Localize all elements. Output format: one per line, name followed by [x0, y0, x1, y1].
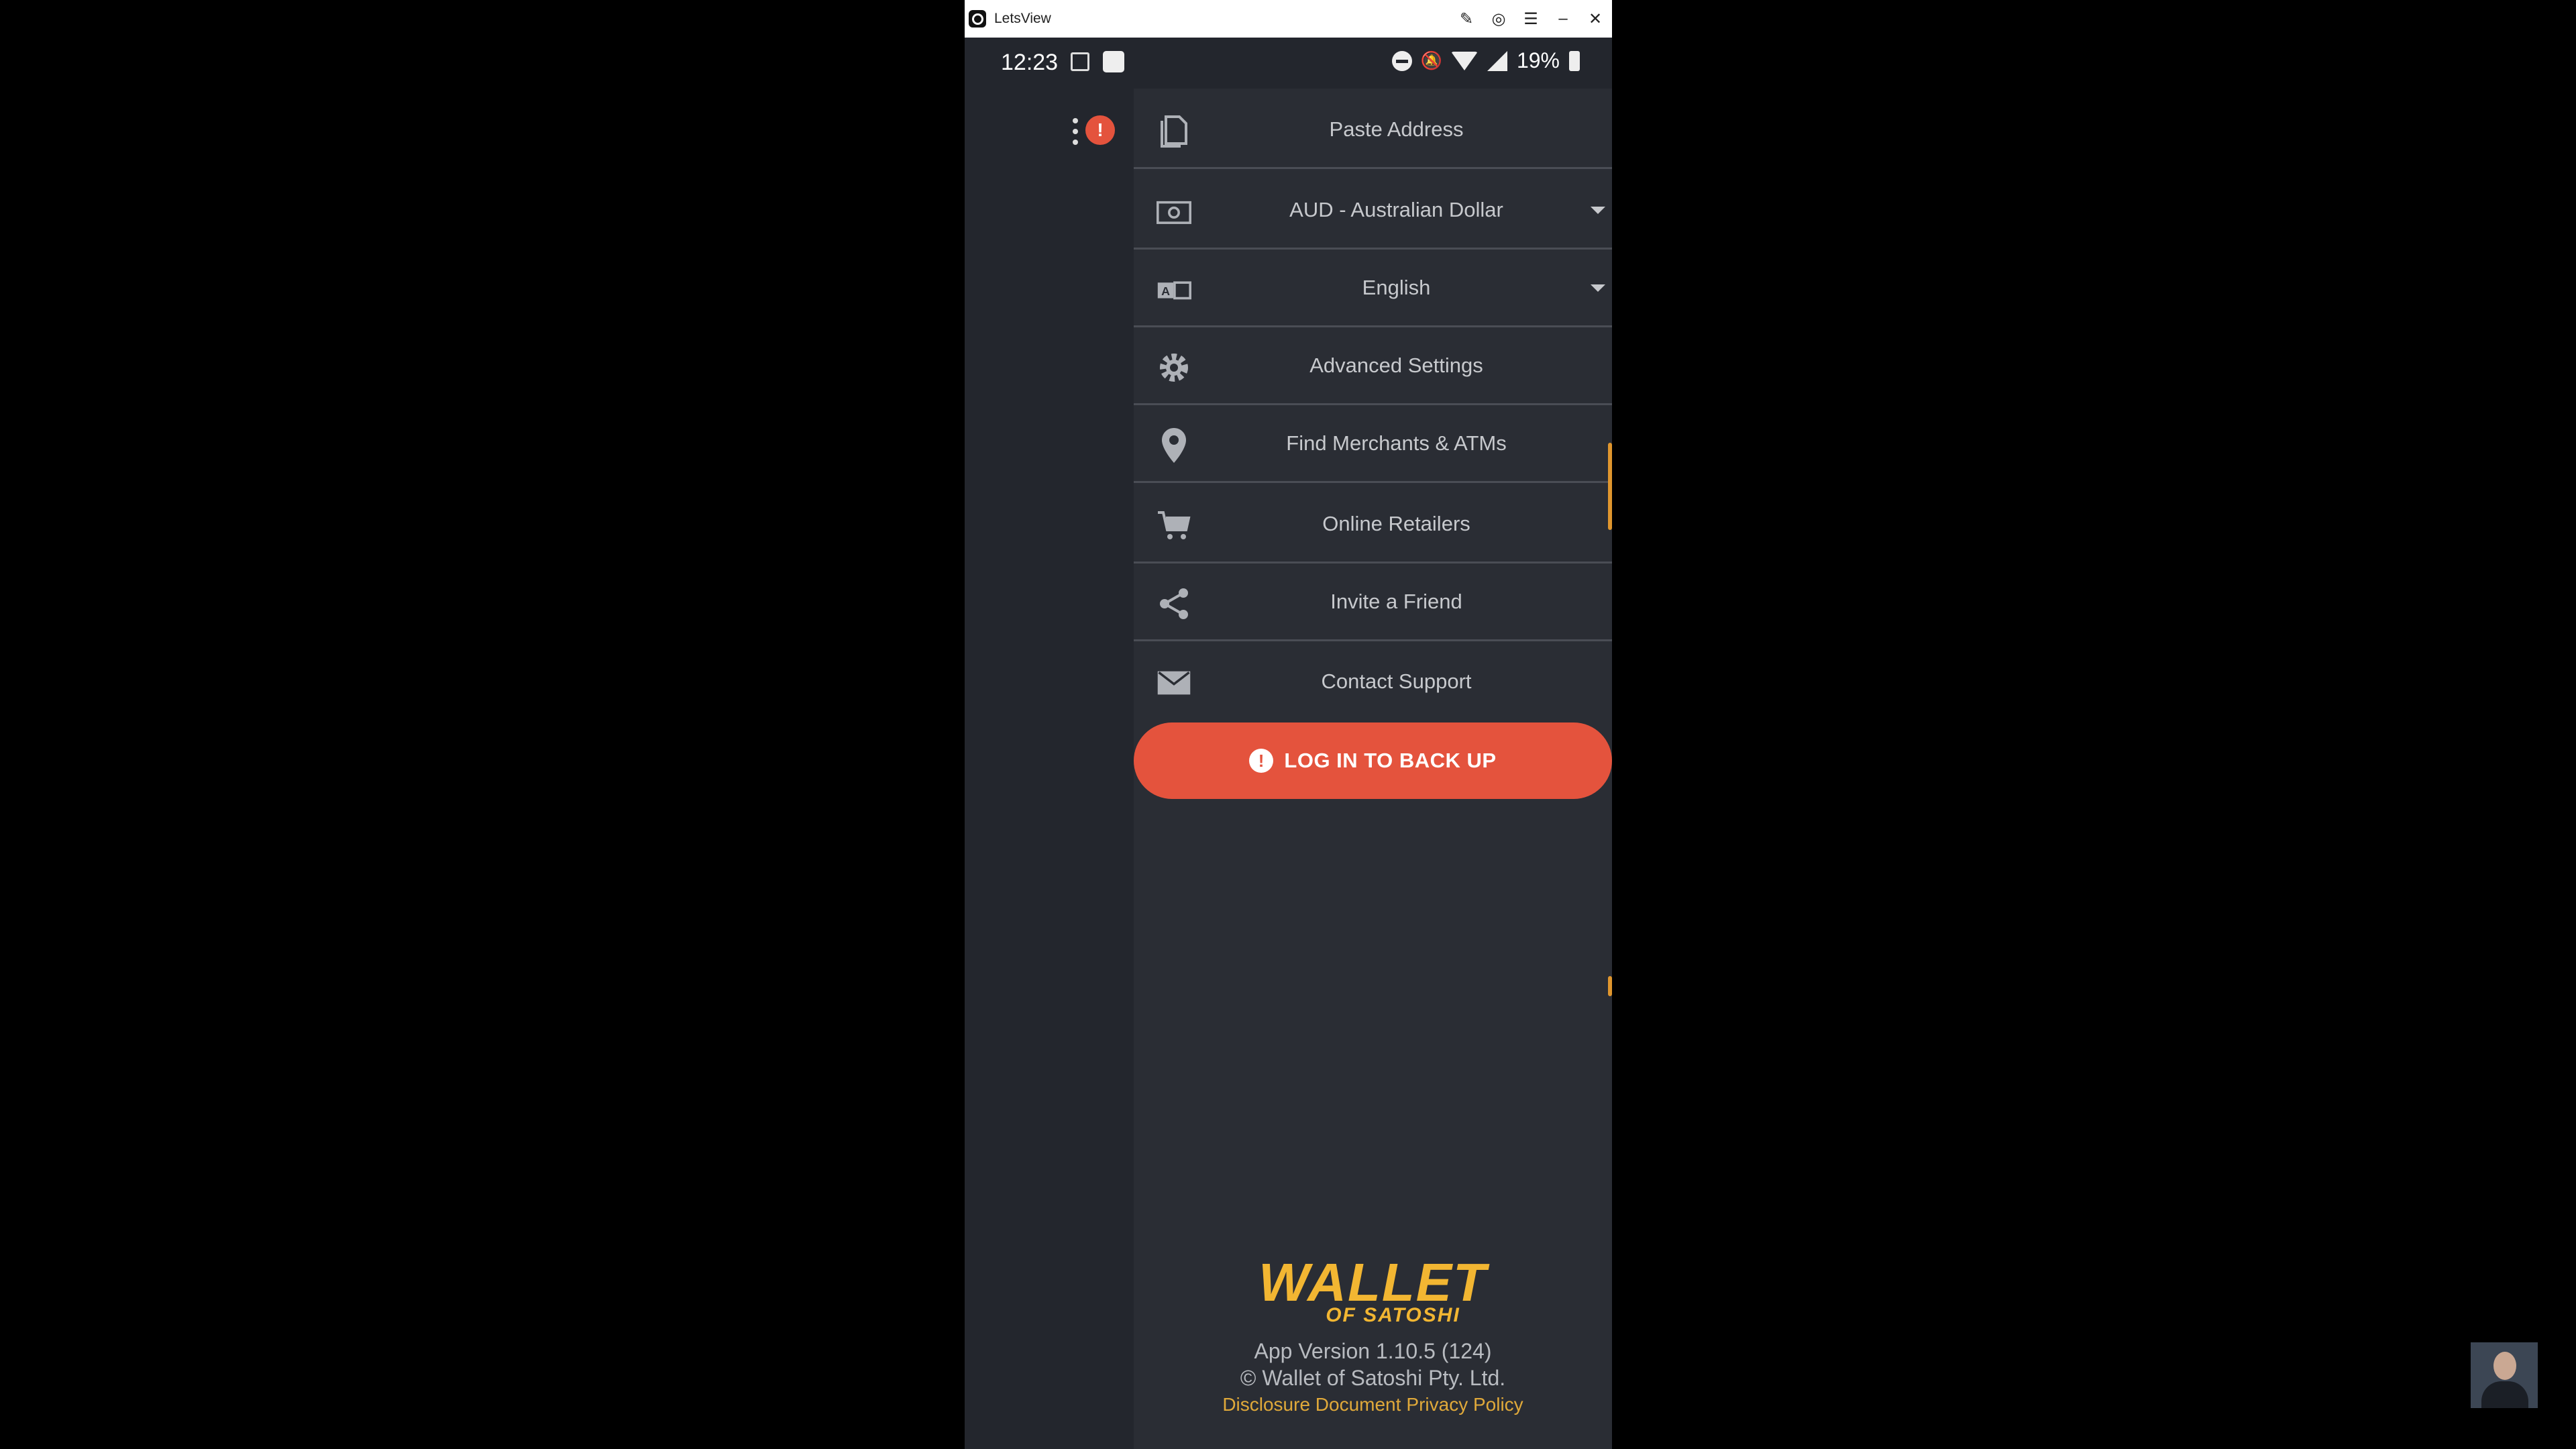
menu-icon[interactable]: ☰ — [1521, 9, 1541, 29]
letsview-window: LetsView ✎ ◎ ☰ – ✕ 12:23 🔕 19% ! Paste A… — [965, 0, 1612, 1449]
shopping-cart-icon — [1157, 508, 1191, 543]
wallet-of-satoshi-logo-sub: OF SATOSHI — [1326, 1304, 1460, 1326]
menu-item-language[interactable]: A English — [1134, 250, 1612, 327]
cell-signal-icon — [1487, 50, 1507, 71]
document-copy-icon — [1157, 114, 1191, 149]
battery-percent: 19% — [1516, 48, 1560, 72]
edge-highlight — [1608, 443, 1612, 530]
webcam-overlay — [2471, 1342, 2538, 1408]
window-controls: ✎ ◎ ☰ – ✕ — [1456, 0, 1605, 38]
menu-item-paste-address[interactable]: Paste Address — [1134, 91, 1612, 169]
gear-icon — [1157, 350, 1191, 385]
phone-status-bar: 12:23 🔕 19% — [965, 38, 1612, 89]
money-icon — [1157, 195, 1191, 229]
svg-text:A: A — [1161, 284, 1170, 298]
login-button-label: LOG IN TO BACK UP — [1284, 749, 1497, 772]
window-title: LetsView — [994, 11, 1051, 26]
do-not-disturb-icon — [1391, 50, 1412, 71]
side-drawer: Paste Address AUD - Australian Dollar A … — [1134, 89, 1612, 1449]
minimize-icon[interactable]: – — [1553, 9, 1573, 29]
menu-item-label: Advanced Settings — [1309, 353, 1483, 377]
map-pin-icon — [1157, 428, 1191, 463]
letsview-logo-icon — [969, 10, 986, 28]
translate-icon: A — [1157, 272, 1191, 307]
dropdown-caret-icon — [1591, 207, 1605, 214]
menu-item-label: Contact Support — [1321, 669, 1472, 693]
mail-icon — [1157, 665, 1191, 700]
pen-icon[interactable]: ✎ — [1456, 9, 1477, 29]
more-options-icon[interactable] — [1072, 118, 1079, 145]
record-icon[interactable]: ◎ — [1489, 9, 1509, 29]
menu-item-label: English — [1362, 275, 1431, 299]
footer-links: Disclosure Document Privacy Policy — [1134, 1394, 1612, 1415]
alert-badge-icon[interactable]: ! — [1085, 115, 1115, 145]
menu-item-label: AUD - Australian Dollar — [1289, 197, 1503, 221]
edge-highlight — [1608, 976, 1612, 996]
share-icon — [1157, 586, 1191, 621]
mute-bell-icon: 🔕 — [1420, 50, 1443, 70]
status-time: 12:23 — [1001, 50, 1059, 75]
menu-item-online-retailers[interactable]: Online Retailers — [1134, 486, 1612, 564]
dropdown-caret-icon — [1591, 284, 1605, 292]
status-icons: 🔕 19% — [1391, 48, 1580, 73]
menu-item-label: Paste Address — [1329, 117, 1464, 141]
menu-item-label: Find Merchants & ATMs — [1286, 431, 1507, 455]
menu-item-label: Online Retailers — [1322, 511, 1470, 535]
alert-icon: ! — [1249, 749, 1274, 773]
menu-item-advanced-settings[interactable]: Advanced Settings — [1134, 327, 1612, 405]
battery-icon — [1569, 50, 1580, 71]
gallery-notification-icon — [1071, 52, 1089, 71]
disclosure-document-link[interactable]: Disclosure Document — [1222, 1394, 1401, 1415]
app-notification-icon — [1103, 51, 1124, 72]
menu-item-currency[interactable]: AUD - Australian Dollar — [1134, 172, 1612, 250]
app-version: App Version 1.10.5 (124) — [1254, 1339, 1492, 1363]
menu-item-contact-support[interactable]: Contact Support — [1134, 643, 1612, 720]
menu-item-find-merchants[interactable]: Find Merchants & ATMs — [1134, 405, 1612, 483]
menu-item-label: Invite a Friend — [1330, 589, 1462, 613]
webcam-person-head — [2493, 1352, 2516, 1380]
copyright: © Wallet of Satoshi Pty. Ltd. — [1240, 1366, 1506, 1390]
wifi-icon — [1450, 51, 1478, 70]
privacy-policy-link[interactable]: Privacy Policy — [1406, 1394, 1523, 1415]
log-in-to-back-up-button[interactable]: ! LOG IN TO BACK UP — [1134, 722, 1612, 799]
webcam-person-body — [2481, 1381, 2528, 1408]
wallet-of-satoshi-logo: WALLET — [1258, 1252, 1487, 1312]
menu-item-invite-friend[interactable]: Invite a Friend — [1134, 564, 1612, 641]
close-icon[interactable]: ✕ — [1585, 9, 1605, 29]
window-titlebar: LetsView ✎ ◎ ☰ – ✕ — [965, 0, 1612, 38]
